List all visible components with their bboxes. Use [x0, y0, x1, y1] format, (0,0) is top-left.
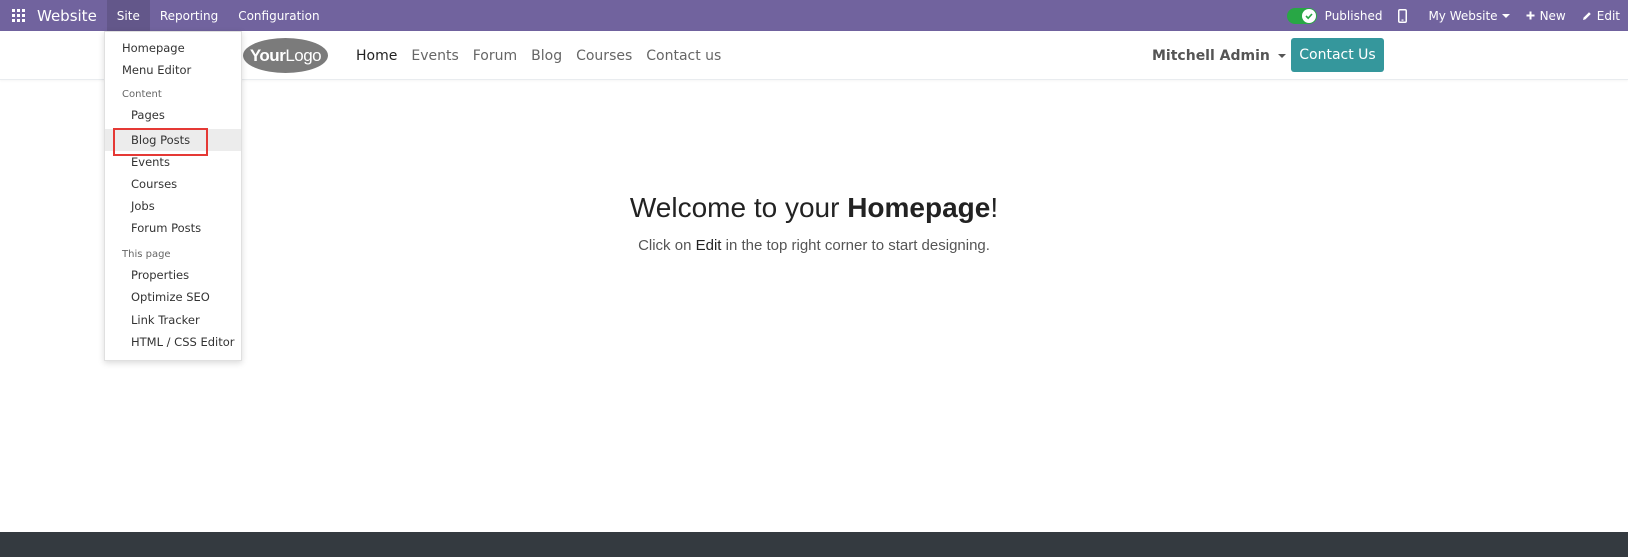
menu-item-html-css-editor[interactable]: HTML / CSS Editor [131, 331, 235, 353]
contact-us-button[interactable]: Contact Us [1291, 38, 1384, 72]
menu-item-optimize-seo[interactable]: Optimize SEO [131, 286, 210, 308]
menu-header-this-page: This page [122, 249, 171, 260]
user-menu[interactable]: Mitchell Admin [1152, 31, 1286, 80]
menu-item-forum-posts[interactable]: Forum Posts [131, 217, 201, 239]
nav-forum[interactable]: Forum [473, 48, 517, 64]
site-dropdown-menu: Homepage Menu Editor Content Pages Blog … [104, 31, 242, 361]
subtitle-suffix: in the top right corner to start designi… [721, 237, 990, 254]
edit-label: Edit [1596, 8, 1620, 23]
welcome-heading: Welcome to your Homepage! [0, 192, 1628, 224]
menu-item-link-tracker[interactable]: Link Tracker [131, 309, 200, 331]
mobile-preview-button[interactable] [1390, 0, 1420, 31]
site-header: Your Logo Home Events Forum Blog Courses … [0, 31, 1628, 80]
menu-site[interactable]: Site [106, 0, 150, 31]
edit-button[interactable]: Edit [1574, 0, 1628, 31]
welcome-subtitle: Click on Edit in the top right corner to… [0, 237, 1628, 254]
menu-item-courses[interactable]: Courses [131, 173, 177, 195]
toggle-switch[interactable] [1286, 7, 1317, 24]
chevron-down-icon [1277, 53, 1286, 58]
published-label: Published [1324, 8, 1383, 23]
publish-toggle[interactable]: Published [1279, 0, 1391, 31]
app-name[interactable]: Website [37, 7, 97, 25]
menu-header-content: Content [122, 89, 162, 100]
logo-text: Logo [285, 45, 322, 65]
plus-icon [1526, 11, 1535, 20]
new-label: New [1539, 8, 1566, 23]
admin-navbar: Website Site Reporting Configuration Pub… [0, 0, 1628, 31]
menu-item-homepage[interactable]: Homepage [122, 37, 185, 59]
logo-bold-text: Your [249, 45, 286, 65]
subtitle-edit-word: Edit [695, 237, 722, 254]
welcome-suffix: ! [990, 192, 999, 223]
menu-configuration[interactable]: Configuration [228, 0, 329, 31]
footer [0, 532, 1628, 557]
nav-contact-us[interactable]: Contact us [646, 48, 721, 64]
subtitle-prefix: Click on [638, 237, 696, 254]
apps-menu-icon[interactable] [0, 0, 37, 31]
menu-item-properties[interactable]: Properties [131, 264, 189, 286]
site-logo[interactable]: Your Logo [243, 38, 328, 73]
menu-item-menu-editor[interactable]: Menu Editor [122, 59, 191, 81]
welcome-prefix: Welcome to your [629, 192, 848, 223]
pencil-icon [1582, 11, 1592, 21]
chevron-down-icon [1501, 13, 1510, 18]
user-name: Mitchell Admin [1152, 47, 1270, 64]
new-button[interactable]: New [1518, 0, 1574, 31]
mobile-icon [1398, 8, 1408, 23]
menu-item-pages[interactable]: Pages [131, 104, 165, 126]
highlight-box [113, 128, 208, 156]
website-selector-label: My Website [1428, 8, 1498, 23]
nav-home[interactable]: Home [356, 48, 397, 64]
website-selector[interactable]: My Website [1420, 0, 1517, 31]
menu-reporting[interactable]: Reporting [150, 0, 228, 31]
check-icon [1301, 8, 1316, 23]
welcome-bold: Homepage [847, 192, 991, 223]
nav-courses[interactable]: Courses [576, 48, 632, 64]
main-nav: Home Events Forum Blog Courses Contact u… [349, 31, 728, 80]
nav-events[interactable]: Events [411, 48, 458, 64]
nav-blog[interactable]: Blog [531, 48, 562, 64]
menu-item-jobs[interactable]: Jobs [131, 195, 155, 217]
